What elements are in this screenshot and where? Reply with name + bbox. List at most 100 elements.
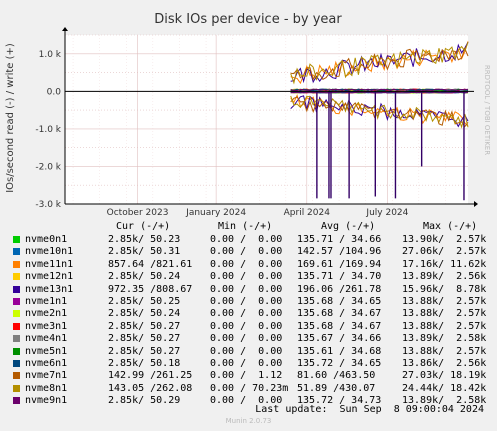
legend-swatch <box>13 322 20 330</box>
legend-swatch <box>13 360 20 367</box>
legend-max: 13.89k/ 2.58k <box>402 333 487 345</box>
legend-avg: 142.57 /104.96 <box>297 246 382 258</box>
legend-min: 0.00 / 0.00 <box>210 296 283 307</box>
legend-name: nvme5n1 <box>25 345 68 357</box>
legend-cur: 972.35 /808.67 <box>108 283 193 295</box>
legend-row-nvme4n1: nvme4n1 2.85k/ 50.27 0.00 / 0.00 135.67 / 3… <box>0 333 497 345</box>
legend-name: nvme0n1 <box>25 234 68 245</box>
legend-row-nvme3n1: nvme3n1 2.85k/ 50.27 0.00 / 0.00 135.68 / 3… <box>0 321 497 333</box>
y-axis-label: IOs/second read (-) / write (+) <box>5 43 16 193</box>
legend-cur: 2.85k/ 50.25 <box>108 296 181 307</box>
legend-max: 27.06k/ 2.57k <box>402 246 487 258</box>
column-avg: Avg (-/+) <box>321 221 376 232</box>
legend-cur: 2.85k/ 50.23 <box>108 234 181 245</box>
legend-cur: 2.85k/ 50.29 <box>108 395 181 407</box>
legend-avg: 135.71 / 34.70 <box>297 271 382 283</box>
legend-max: 27.03k/ 18.19k <box>402 370 487 382</box>
legend-name: nvme3n1 <box>25 320 68 332</box>
y-tick-label: 0.0 <box>47 87 62 97</box>
y-tick-label: 1.0 k <box>39 50 62 60</box>
x-axis-ticks: October 2023 January 2024 April 2024 July 2… <box>107 208 409 218</box>
legend-row-nvme10n1: nvme10n1 2.85k/ 50.31 0.00 / 0.00 142.57 /1… <box>0 246 497 258</box>
legend-row-nvme0n1: nvme0n1 2.85k/ 50.23 0.00 / 0.00 135.71 / 3… <box>0 234 497 246</box>
legend-min: 0.00 / 0.00 <box>210 271 283 283</box>
legend-row-nvme6n1: nvme6n1 2.85k/ 50.18 0.00 / 0.00 135.72 / 3… <box>0 358 497 370</box>
column-max: Max (-/+) <box>423 221 478 232</box>
legend-row-nvme13n1: nvme13n1 972.35 /808.67 0.00 / 0.00 196.06 … <box>0 284 497 296</box>
legend-name: nvme7n1 <box>25 370 68 382</box>
legend-min: 0.00 / 0.00 <box>210 283 283 295</box>
legend-name: nvme9n1 <box>25 395 68 407</box>
x-tick-label: October 2023 <box>107 208 169 218</box>
watermark: RRDTOOL / TOBI OETIKER <box>483 65 491 155</box>
legend-avg: 135.68 / 34.67 <box>297 320 382 332</box>
legend-row-nvme2n1: nvme2n1 2.85k/ 50.24 0.00 / 0.00 135.68 / 3… <box>0 308 497 320</box>
legend-swatch <box>13 310 20 318</box>
legend-min: 0.00 / 0.00 <box>210 234 283 245</box>
legend-avg: 135.67 / 34.66 <box>297 333 382 345</box>
y-tick-label: -1.0 k <box>35 125 61 135</box>
legend-min: 0.00 / 0.00 <box>210 333 283 345</box>
legend-swatch <box>13 397 20 405</box>
legend-row-nvme1n1: nvme1n1 2.85k/ 50.25 0.00 / 0.00 135.68 / 3… <box>0 296 497 308</box>
legend-avg: 135.68 / 34.67 <box>297 308 382 320</box>
legend-avg: 196.06 /261.78 <box>297 283 382 295</box>
legend-max: 13.90k/ 2.57k <box>402 234 487 245</box>
legend-avg: 51.89 /430.07 <box>297 382 376 394</box>
legend-cur: 2.85k/ 50.27 <box>108 333 181 345</box>
legend-swatch <box>13 285 20 293</box>
legend-cur: 2.85k/ 50.18 <box>108 358 181 369</box>
column-min: Min (-/+) <box>218 221 273 232</box>
legend-swatch <box>13 248 20 256</box>
legend-name: nvme11n1 <box>25 258 74 270</box>
x-axis-arrow <box>474 201 478 207</box>
legend-max: 13.89k/ 2.56k <box>402 271 487 283</box>
legend-cur: 2.85k/ 50.27 <box>108 320 181 332</box>
legend-row-nvme8n1: nvme8n1 143.05 /262.08 0.00 / 70.23m 51.89 … <box>0 383 497 395</box>
legend-min: 0.00 / 0.00 <box>210 308 283 320</box>
legend-avg: 81.60 /463.50 <box>297 370 376 382</box>
legend-cur: 2.85k/ 50.27 <box>108 345 181 357</box>
x-tick-label: April 2024 <box>284 208 331 218</box>
legend-swatch <box>13 236 20 243</box>
legend-cur: 142.99 /261.25 <box>108 370 193 382</box>
x-tick-label: July 2024 <box>365 208 408 218</box>
legend-swatch <box>13 335 20 343</box>
legend-row-nvme7n1: nvme7n1 142.99 /261.25 0.00 / 1.12 81.60 /4… <box>0 370 497 382</box>
legend-swatch <box>13 260 20 268</box>
legend-name: nvme4n1 <box>25 333 68 345</box>
legend-name: nvme13n1 <box>25 283 74 295</box>
legend-avg: 135.71 / 34.66 <box>297 234 382 245</box>
legend-avg: 169.61 /169.94 <box>297 258 382 270</box>
legend-min: 0.00 / 1.12 <box>210 370 283 382</box>
legend-max: 24.44k/ 18.42k <box>402 382 487 394</box>
legend-cur: 857.64 /821.61 <box>108 258 193 270</box>
legend-max: 13.88k/ 2.57k <box>402 345 487 357</box>
legend-max: 13.88k/ 2.57k <box>402 308 487 320</box>
legend-row-nvme11n1: nvme11n1 857.64 /821.61 0.00 / 0.00 169.61 … <box>0 259 497 271</box>
legend-avg: 135.72 / 34.65 <box>297 358 382 369</box>
legend-min: 0.00 / 70.23m <box>210 382 289 394</box>
legend-max: 13.88k/ 2.57k <box>402 296 487 307</box>
y-axis-ticks: 1.0 k 0.0 -1.0 k -2.0 k -3.0 k <box>35 50 61 210</box>
legend-min: 0.00 / 0.00 <box>210 358 283 369</box>
legend-max: 15.96k/ 8.78k <box>402 283 487 295</box>
legend-name: nvme1n1 <box>25 296 68 307</box>
legend-swatch <box>13 372 20 380</box>
legend-cur: 2.85k/ 50.24 <box>108 271 181 283</box>
legend-avg: 135.68 / 34.65 <box>297 296 382 307</box>
y-axis-arrow <box>62 27 68 31</box>
chart-title: Disk IOs per device - by year <box>154 12 342 27</box>
legend-cur: 143.05 /262.08 <box>108 382 193 394</box>
legend-row-nvme5n1: nvme5n1 2.85k/ 50.27 0.00 / 0.00 135.61 / 3… <box>0 346 497 358</box>
legend-cur: 2.85k/ 50.24 <box>108 308 181 320</box>
footer: Munin 2.0.73 <box>225 417 272 425</box>
legend-swatch <box>13 384 20 392</box>
legend-swatch <box>13 298 20 305</box>
legend-avg: 135.61 / 34.68 <box>297 345 382 357</box>
legend-name: nvme6n1 <box>25 358 68 369</box>
legend-cur: 2.85k/ 50.31 <box>108 246 181 258</box>
legend-max: 13.86k/ 2.56k <box>402 358 487 369</box>
legend-min: 0.00 / 0.00 <box>210 345 283 357</box>
legend-name: nvme8n1 <box>25 382 68 394</box>
